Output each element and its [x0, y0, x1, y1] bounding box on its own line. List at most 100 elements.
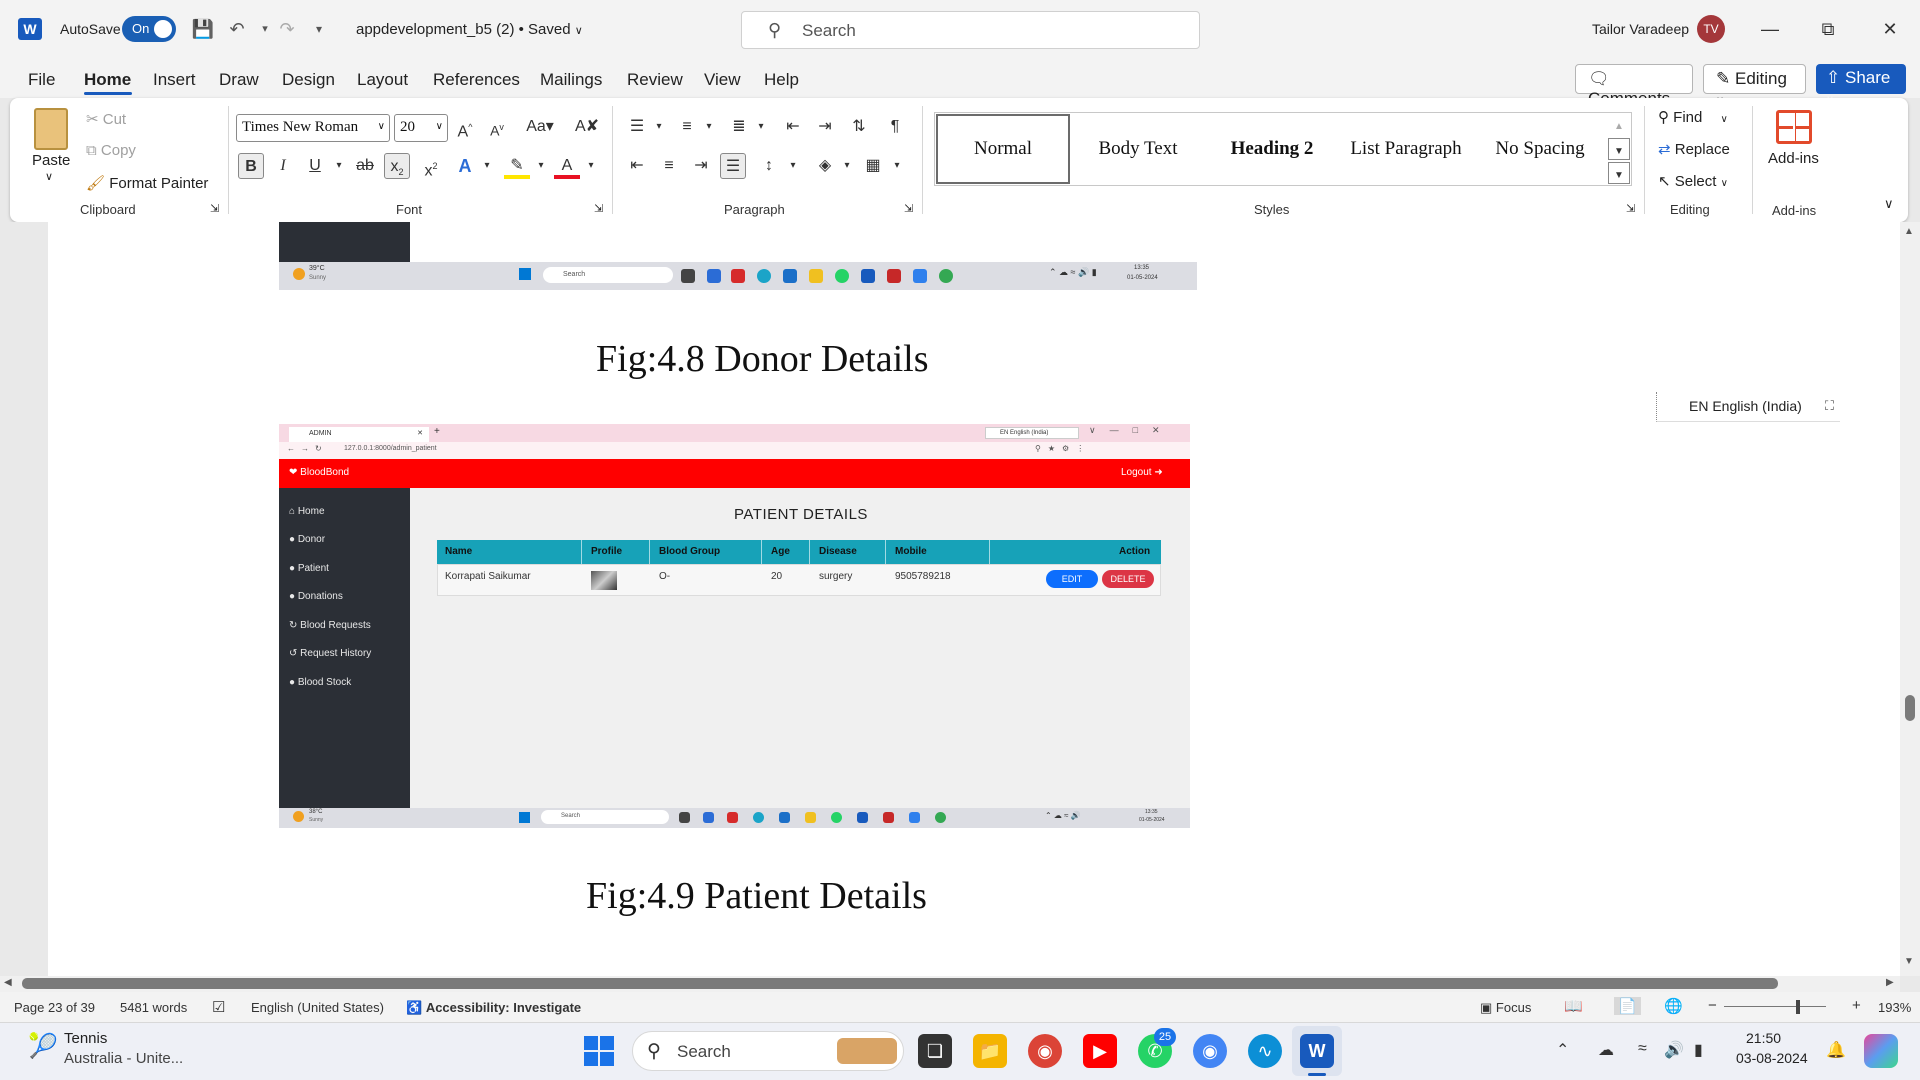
print-layout-icon[interactable]: 📄: [1614, 997, 1641, 1015]
widget-title[interactable]: Tennis: [64, 1030, 107, 1047]
strikethrough-icon[interactable]: ab: [352, 153, 378, 179]
page-count[interactable]: Page 23 of 39: [14, 1000, 95, 1015]
wifi-icon[interactable]: ≈: [1638, 1040, 1647, 1058]
volume-icon[interactable]: 🔊: [1664, 1040, 1684, 1060]
style-list-paragraph[interactable]: List Paragraph: [1339, 113, 1473, 185]
menu-references[interactable]: References: [433, 70, 520, 90]
bold-icon[interactable]: B: [238, 153, 264, 179]
save-icon[interactable]: 💾: [190, 16, 216, 42]
borders-dropdown-icon[interactable]: ▾: [884, 153, 910, 179]
highlight-dropdown-icon[interactable]: ▾: [528, 153, 554, 179]
numbering-dropdown-icon[interactable]: ▾: [696, 114, 722, 140]
replace-button[interactable]: ⇄ Replace: [1658, 140, 1730, 158]
subscript-icon[interactable]: x2: [384, 153, 410, 179]
paragraph-launcher-icon[interactable]: ⇲: [904, 202, 913, 215]
paste-icon[interactable]: [34, 108, 68, 150]
multilevel-dropdown-icon[interactable]: ▾: [748, 114, 774, 140]
autosave-toggle[interactable]: On: [122, 16, 176, 42]
text-effects-dropdown-icon[interactable]: ▾: [474, 153, 500, 179]
styles-scroll-up-icon[interactable]: ▲: [1608, 114, 1630, 136]
collapse-ribbon-icon[interactable]: ∨: [1884, 196, 1894, 212]
copilot-icon[interactable]: [1864, 1034, 1898, 1068]
proofing-icon[interactable]: ☑: [212, 998, 225, 1016]
editing-mode-button[interactable]: ✎ Editing ∨: [1703, 64, 1806, 107]
sort-icon[interactable]: ⇅: [846, 114, 872, 140]
restore-button[interactable]: ⧉: [1808, 14, 1848, 44]
edge-icon[interactable]: ∿: [1248, 1034, 1282, 1068]
notification-bell-icon[interactable]: 🔔: [1826, 1040, 1846, 1060]
paste-button[interactable]: Paste: [32, 152, 70, 169]
scroll-up-icon[interactable]: ▲: [1904, 226, 1914, 237]
add-ins-icon[interactable]: [1776, 110, 1812, 144]
increase-indent-icon[interactable]: ⇥: [812, 114, 838, 140]
zoom-slider-track[interactable]: [1724, 1006, 1826, 1007]
redo-icon[interactable]: ↷: [274, 16, 300, 42]
menu-review[interactable]: Review: [627, 70, 683, 90]
customize-toolbar-icon[interactable]: ▾: [306, 16, 332, 42]
menu-insert[interactable]: Insert: [153, 70, 196, 90]
show-hidden-icons[interactable]: ⌃: [1556, 1040, 1569, 1060]
line-spacing-dropdown-icon[interactable]: ▾: [780, 153, 806, 179]
clipboard-launcher-icon[interactable]: ⇲: [210, 202, 219, 215]
styles-scroll-down-icon[interactable]: ▼: [1608, 138, 1630, 160]
onedrive-icon[interactable]: ☁: [1598, 1040, 1614, 1060]
minimize-button[interactable]: —: [1750, 14, 1790, 44]
widget-subtitle[interactable]: Australia - Unite...: [64, 1050, 183, 1067]
search-box[interactable]: ⚲ Search: [741, 11, 1200, 49]
horizontal-scroll-thumb[interactable]: [22, 978, 1778, 989]
scroll-left-icon[interactable]: ◀: [4, 977, 12, 988]
style-heading-2[interactable]: Heading 2: [1205, 113, 1339, 185]
file-explorer-icon[interactable]: 📁: [973, 1034, 1007, 1068]
paste-dropdown-icon[interactable]: ∨: [45, 170, 53, 183]
scroll-right-icon[interactable]: ▶: [1886, 977, 1894, 988]
menu-draw[interactable]: Draw: [219, 70, 259, 90]
menu-file[interactable]: File: [28, 70, 55, 90]
underline-dropdown-icon[interactable]: ▾: [326, 153, 352, 179]
grow-font-icon[interactable]: A^: [452, 114, 478, 140]
menu-help[interactable]: Help: [764, 70, 799, 90]
language-status[interactable]: English (United States): [251, 1000, 384, 1015]
clear-formatting-icon[interactable]: A✘: [574, 114, 600, 140]
font-launcher-icon[interactable]: ⇲: [594, 202, 603, 215]
comments-button[interactable]: 🗨 Comments: [1575, 64, 1693, 108]
read-mode-icon[interactable]: 📖: [1564, 997, 1583, 1015]
focus-button[interactable]: ▣ Focus: [1480, 1000, 1531, 1016]
line-spacing-icon[interactable]: ↕: [756, 153, 782, 179]
styles-launcher-icon[interactable]: ⇲: [1626, 202, 1635, 215]
web-layout-icon[interactable]: 🌐: [1664, 997, 1683, 1015]
windows-start-icon[interactable]: [584, 1036, 614, 1066]
change-case-icon[interactable]: Aa▾: [520, 114, 560, 140]
zoom-out-icon[interactable]: −: [1708, 997, 1717, 1014]
underline-icon[interactable]: U: [302, 153, 328, 179]
borders-icon[interactable]: ▦: [860, 153, 886, 179]
shading-dropdown-icon[interactable]: ▾: [834, 153, 860, 179]
zoom-in-icon[interactable]: +: [1852, 997, 1861, 1014]
chrome-profile-icon[interactable]: ◉: [1193, 1034, 1227, 1068]
document-title[interactable]: appdevelopment_b5 (2) • Saved ∨: [356, 21, 583, 38]
font-color-dropdown-icon[interactable]: ▾: [578, 153, 604, 179]
align-right-icon[interactable]: ⇥: [688, 153, 714, 179]
tennis-weather-icon[interactable]: 🎾: [28, 1032, 58, 1061]
style-no-spacing[interactable]: No Spacing: [1473, 113, 1607, 185]
avatar[interactable]: TV: [1697, 15, 1725, 43]
vertical-scroll-thumb[interactable]: [1905, 695, 1915, 721]
word-count[interactable]: 5481 words: [120, 1000, 187, 1015]
add-ins-button[interactable]: Add-ins: [1768, 150, 1819, 167]
task-view-icon[interactable]: ❏: [918, 1034, 952, 1068]
menu-home[interactable]: Home: [84, 70, 131, 90]
undo-icon[interactable]: ↶: [224, 16, 250, 42]
find-button[interactable]: ⚲ Find ∨: [1658, 108, 1728, 126]
italic-icon[interactable]: I: [270, 153, 296, 179]
cut-button[interactable]: ✂ Cut: [86, 110, 126, 128]
menu-view[interactable]: View: [704, 70, 741, 90]
battery-icon[interactable]: ▮: [1694, 1040, 1703, 1060]
styles-more-icon[interactable]: ▼: [1608, 162, 1630, 184]
menu-design[interactable]: Design: [282, 70, 335, 90]
scroll-down-icon[interactable]: ▼: [1904, 956, 1914, 967]
font-name-dropdown[interactable]: Times New Roman ∨: [236, 114, 390, 142]
align-center-icon[interactable]: ≡: [656, 153, 682, 179]
font-size-dropdown[interactable]: 20 ∨: [394, 114, 448, 142]
close-button[interactable]: ✕: [1870, 14, 1910, 44]
select-button[interactable]: ↖ Select ∨: [1658, 172, 1728, 190]
align-left-icon[interactable]: ⇤: [624, 153, 650, 179]
